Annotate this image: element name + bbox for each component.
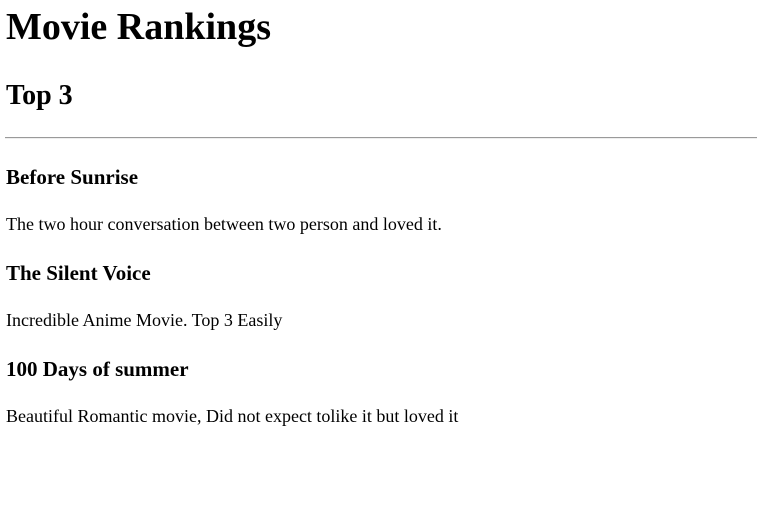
movie-title: 100 Days of summer [6,357,189,381]
movie-title: Before Sunrise [6,165,139,189]
movie-title: The Silent Voice [6,261,151,285]
page-subtitle: Top 3 [6,80,73,111]
page-title: Movie Rankings [6,6,271,48]
movie-item: 100 Days of summer Beautiful Romantic mo… [6,357,757,427]
movie-review: Beautiful Romantic movie, Did not expect… [6,406,459,426]
page: Movie Rankings Top 3 Before Sunrise The … [0,0,757,427]
movie-item: Before Sunrise The two hour conversation… [6,165,757,235]
movie-item: The Silent Voice Incredible Anime Movie.… [6,261,757,331]
movie-review: The two hour conversation between two pe… [6,214,442,234]
movie-review: Incredible Anime Movie. Top 3 Easily [6,310,283,330]
divider [5,137,757,139]
movie-list: Before Sunrise The two hour conversation… [6,165,757,427]
